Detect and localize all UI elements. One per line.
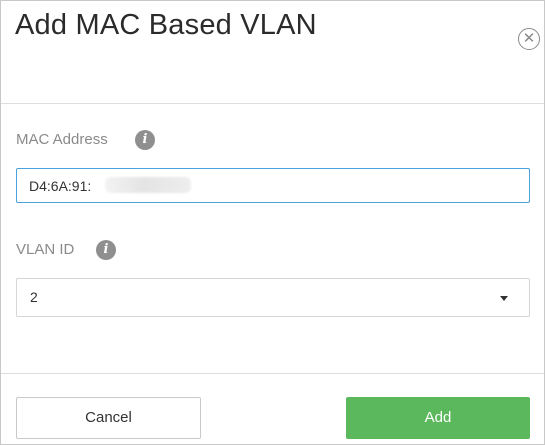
add-mac-vlan-dialog: Add MAC Based VLAN ✕ MAC Address i VLAN … (0, 0, 545, 445)
vlan-id-label: VLAN ID (16, 241, 75, 258)
add-button[interactable]: Add (346, 397, 530, 439)
redacted-mac-mask (105, 177, 191, 193)
dialog-title: Add MAC Based VLAN (15, 9, 317, 41)
mac-address-input[interactable] (16, 168, 530, 203)
close-icon[interactable]: ✕ (518, 28, 540, 50)
mac-address-label: MAC Address (16, 131, 108, 148)
chevron-down-icon (500, 296, 508, 301)
vlan-id-select[interactable]: 2 (16, 278, 530, 317)
footer-divider (1, 373, 544, 374)
vlan-id-info-icon[interactable]: i (96, 240, 116, 260)
mac-address-info-icon[interactable]: i (135, 130, 155, 150)
cancel-button[interactable]: Cancel (16, 397, 201, 439)
header-divider (1, 103, 544, 104)
vlan-id-selected-value: 2 (30, 289, 38, 305)
